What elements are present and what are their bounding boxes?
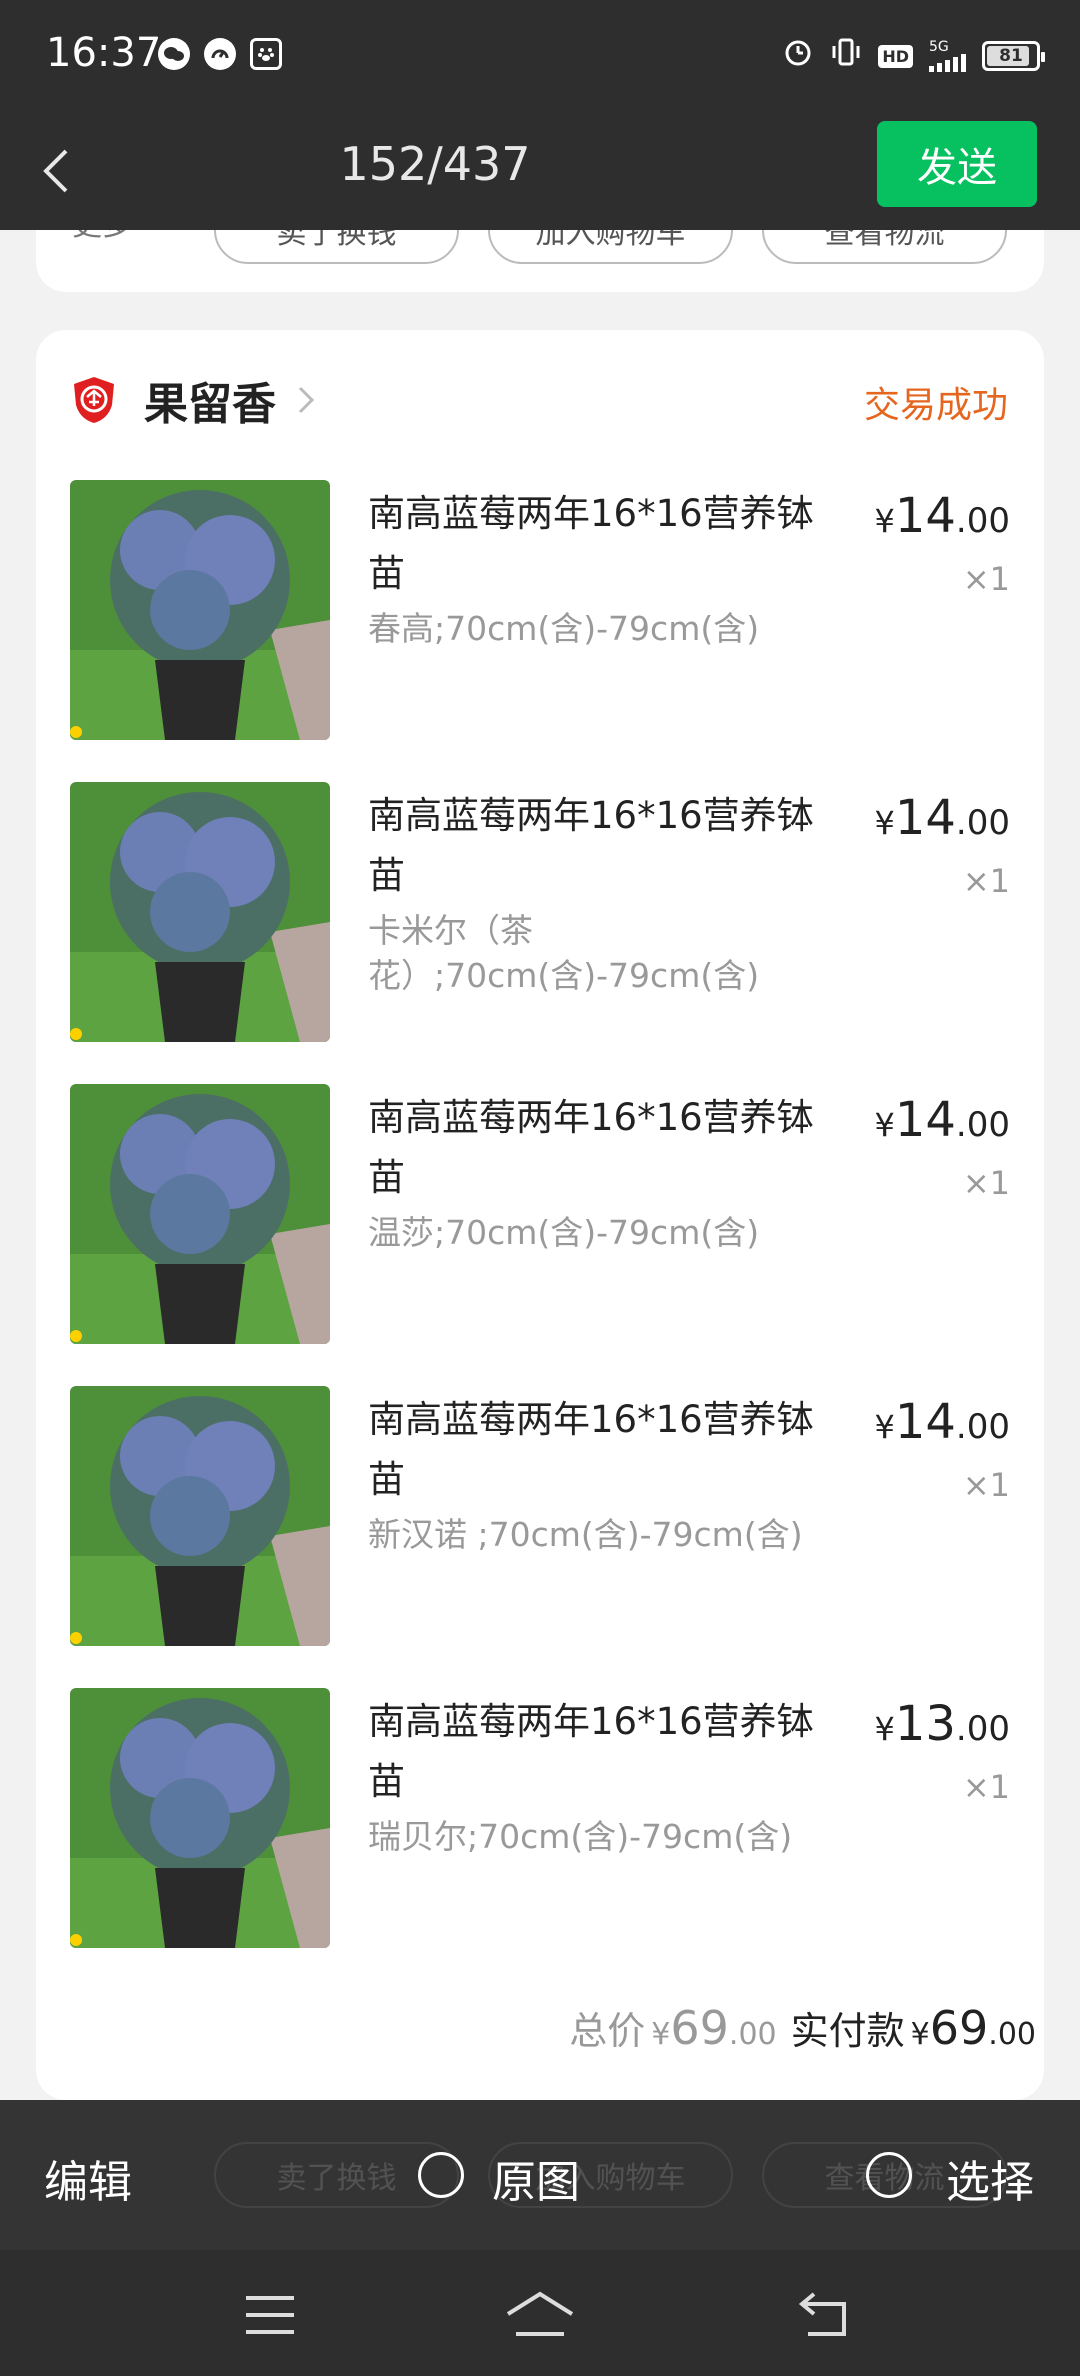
item-qty: ×1: [962, 560, 1010, 598]
sell-button[interactable]: 卖了换钱: [214, 230, 459, 264]
currency-symbol: ¥: [874, 1710, 895, 1748]
item-spec: 卡米尔（茶花）;70cm(含)-79cm(含): [368, 911, 760, 995]
price-dec: .00: [955, 501, 1010, 541]
price-dec: .00: [955, 1105, 1010, 1145]
enterprise-shield-icon: [74, 377, 114, 423]
menu-icon[interactable]: [240, 2288, 300, 2342]
hd-badge: HD: [878, 44, 913, 68]
edit-button[interactable]: 编辑: [44, 2146, 132, 2210]
send-button[interactable]: 发送: [877, 121, 1037, 207]
price-dec: .00: [955, 1709, 1010, 1749]
chevron-right-icon: [298, 386, 315, 414]
previous-order-card: 更多 卖了换钱 加入购物车 查看物流: [36, 230, 1044, 292]
currency-symbol: ¥: [874, 1408, 895, 1446]
view-logistics-button[interactable]: 查看物流: [762, 230, 1007, 264]
wechat-icon: [158, 38, 190, 70]
select-label[interactable]: 选择: [946, 2146, 1034, 2210]
price-int: 14: [894, 790, 956, 846]
currency-symbol: ¥: [874, 502, 895, 540]
item-title: 南高蓝莓两年16*16营养钵苗: [368, 1700, 814, 1803]
product-image[interactable]: [70, 1386, 330, 1646]
page-counter: 152/437: [339, 137, 531, 191]
order-totals: 总价 ¥69.00 实付款 ¥69.00: [569, 2000, 1036, 2055]
item-title: 南高蓝莓两年16*16营养钵苗: [368, 1096, 814, 1199]
item-qty: ×1: [962, 1466, 1010, 1504]
price-int: 14: [894, 1394, 956, 1450]
total-dec: .00: [728, 2017, 777, 2052]
alarm-icon: [782, 36, 814, 76]
back-nav-icon[interactable]: [794, 2288, 854, 2342]
select-radio[interactable]: [866, 2152, 912, 2198]
price-int: 14: [894, 1092, 956, 1148]
item-title: 南高蓝莓两年16*16营养钵苗: [368, 1398, 814, 1501]
speedometer-icon: [204, 38, 236, 70]
item-spec: 新汉诺 ;70cm(含)-79cm(含): [368, 1515, 803, 1554]
paw-app-icon: [250, 38, 282, 70]
status-right: HD 5G 81: [782, 36, 1045, 76]
total-int: 69: [670, 2001, 729, 2055]
paid-int: 69: [929, 2001, 989, 2055]
signal-icon: [929, 54, 966, 72]
order-card: 果留香 交易成功 南高蓝莓两年16*16营养钵苗 春高;70cm(含)-79cm…: [36, 330, 1044, 2100]
system-nav-bar: [0, 2250, 1080, 2376]
battery-level: 81: [999, 46, 1023, 66]
more-link[interactable]: 更多: [72, 230, 132, 244]
product-image[interactable]: [70, 782, 330, 1042]
product-image[interactable]: [70, 1084, 330, 1344]
store-name: 果留香: [144, 379, 276, 430]
item-price: ¥14.00: [874, 488, 1010, 544]
add-cart-button[interactable]: 加入购物车: [488, 230, 733, 264]
status-bar: 16:37 HD 5G 81: [0, 0, 1080, 115]
store-row[interactable]: 果留香: [72, 370, 320, 430]
item-price: ¥14.00: [874, 1092, 1010, 1148]
item-spec: 温莎;70cm(含)-79cm(含): [368, 1213, 760, 1252]
price-dec: .00: [955, 1407, 1010, 1447]
item-qty: ×1: [962, 1768, 1010, 1806]
item-spec: 春高;70cm(含)-79cm(含): [368, 609, 760, 648]
vibrate-icon: [830, 36, 862, 76]
product-image[interactable]: [70, 480, 330, 740]
status-left-icons: [158, 38, 282, 70]
bottom-toolbar: 卖了换钱 加入购物车 查看物流 编辑 原图 选择: [0, 2100, 1080, 2250]
order-status: 交易成功: [863, 385, 1008, 426]
paid-label: 实付款: [790, 2009, 905, 2053]
network-indicator: 5G: [929, 40, 966, 72]
item-qty: ×1: [962, 1164, 1010, 1202]
order-item[interactable]: 南高蓝莓两年16*16营养钵苗 温莎;70cm(含)-79cm(含) ¥14.0…: [70, 1084, 1010, 1344]
original-image-label[interactable]: 原图: [492, 2146, 580, 2210]
order-item[interactable]: 南高蓝莓两年16*16营养钵苗 卡米尔（茶花）;70cm(含)-79cm(含) …: [70, 782, 1010, 1042]
item-spec: 瑞贝尔;70cm(含)-79cm(含): [368, 1817, 793, 1856]
item-price: ¥13.00: [874, 1696, 1010, 1752]
network-type: 5G: [929, 39, 949, 55]
item-qty: ×1: [962, 862, 1010, 900]
price-dec: .00: [955, 803, 1010, 843]
home-icon[interactable]: [504, 2288, 576, 2342]
order-item[interactable]: 南高蓝莓两年16*16营养钵苗 春高;70cm(含)-79cm(含) ¥14.0…: [70, 480, 1010, 740]
currency-symbol: ¥: [651, 2017, 671, 2052]
total-label: 总价: [569, 2009, 646, 2053]
order-item[interactable]: 南高蓝莓两年16*16营养钵苗 瑞贝尔;70cm(含)-79cm(含) ¥13.…: [70, 1688, 1010, 1948]
item-title: 南高蓝莓两年16*16营养钵苗: [368, 794, 814, 897]
currency-symbol: ¥: [874, 1106, 895, 1144]
original-image-radio[interactable]: [418, 2152, 464, 2198]
currency-symbol: ¥: [910, 2017, 930, 2052]
item-price: ¥14.00: [874, 790, 1010, 846]
order-item[interactable]: 南高蓝莓两年16*16营养钵苗 新汉诺 ;70cm(含)-79cm(含) ¥14…: [70, 1386, 1010, 1646]
header: 152/437 发送: [0, 115, 1080, 230]
currency-symbol: ¥: [874, 804, 895, 842]
status-time: 16:37: [46, 30, 162, 76]
item-price: ¥14.00: [874, 1394, 1010, 1450]
paid-dec: .00: [988, 2017, 1036, 2052]
product-image[interactable]: [70, 1688, 330, 1948]
item-title: 南高蓝莓两年16*16营养钵苗: [368, 492, 814, 595]
price-int: 13: [894, 1696, 956, 1752]
price-int: 14: [894, 488, 956, 544]
battery-icon: 81: [982, 41, 1045, 71]
